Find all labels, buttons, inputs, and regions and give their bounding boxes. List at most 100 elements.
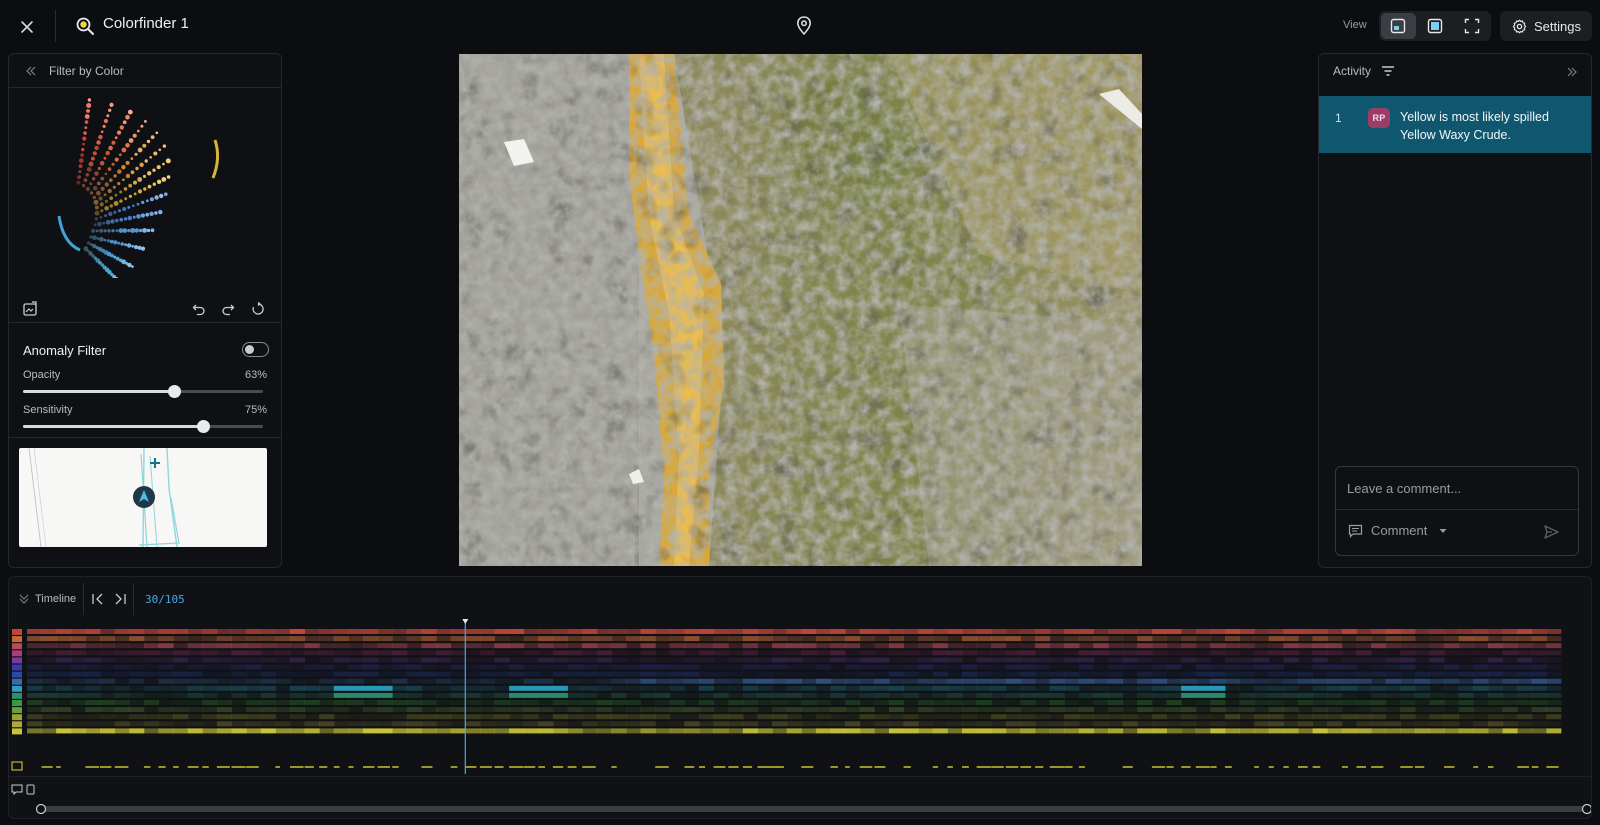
timeline-panel: Timeline 30/105	[8, 576, 1592, 819]
collapse-right-icon[interactable]	[1563, 63, 1581, 81]
slider-thumb[interactable]	[168, 385, 182, 398]
view-panels-button[interactable]	[1381, 13, 1416, 39]
heat-cell	[1005, 685, 1021, 691]
heat-cell	[1122, 664, 1138, 670]
heat-cell	[1385, 650, 1401, 656]
slider-thumb[interactable]	[197, 420, 210, 433]
heat-cell	[129, 700, 145, 705]
heat-cell	[363, 707, 378, 713]
heat-cell	[815, 636, 831, 642]
heat-cell	[1414, 728, 1430, 734]
color-point	[134, 228, 139, 233]
heat-cell	[1473, 678, 1489, 684]
color-point-cloud[interactable]	[45, 98, 245, 278]
view-fullscreen-button[interactable]	[1454, 13, 1489, 39]
heat-cell	[1371, 678, 1387, 684]
color-point	[147, 171, 152, 176]
heat-cell	[830, 728, 846, 734]
activity-item[interactable]: 1 RP Yellow is most likely spilled Yello…	[1319, 96, 1591, 153]
filter-icon[interactable]	[1381, 65, 1395, 77]
heat-cell	[450, 707, 466, 713]
color-point	[104, 199, 108, 203]
color-point	[103, 118, 108, 124]
export-button[interactable]	[19, 298, 41, 320]
heat-cell	[1298, 636, 1313, 642]
comment-type-dropdown[interactable]: Comment	[1348, 523, 1447, 538]
color-point	[93, 223, 97, 227]
reset-button[interactable]	[247, 298, 269, 320]
sensitivity-slider[interactable]	[23, 420, 263, 433]
heat-cell	[1312, 714, 1328, 720]
heat-cell	[1414, 664, 1430, 670]
anomaly-filter-toggle[interactable]	[242, 342, 269, 357]
heat-cell	[406, 650, 422, 656]
row-swatch	[12, 707, 22, 714]
heat-cell	[1546, 636, 1562, 642]
skip-to-end-icon[interactable]	[111, 590, 129, 608]
aerial-image	[459, 54, 1142, 566]
heat-cell	[187, 671, 203, 677]
heat-cell	[830, 643, 846, 649]
heat-cell	[70, 714, 86, 720]
heat-cell	[669, 636, 685, 642]
heat-cell	[640, 636, 656, 642]
color-timeline-heatmap[interactable]	[9, 619, 1592, 804]
heat-cell	[304, 714, 320, 720]
heat-cell	[918, 721, 934, 727]
color-point	[109, 178, 113, 182]
heat-cell	[1517, 664, 1533, 670]
send-icon[interactable]	[1542, 523, 1560, 541]
undo-button[interactable]	[188, 298, 210, 320]
timeline-scrollbar[interactable]	[35, 804, 1592, 814]
heat-cell	[1166, 629, 1182, 634]
anomaly-mark	[1312, 766, 1321, 768]
location-pin-icon[interactable]	[792, 14, 816, 38]
heat-cell	[1005, 707, 1021, 713]
heat-cell	[552, 721, 568, 727]
heat-cell	[932, 714, 948, 720]
heat-cell	[1122, 692, 1138, 698]
skip-to-start-icon[interactable]	[89, 590, 107, 608]
heat-cell	[1020, 643, 1036, 649]
heat-cell	[406, 685, 422, 691]
opacity-slider[interactable]	[23, 385, 263, 398]
comment-input[interactable]	[1336, 467, 1578, 510]
heat-cell	[626, 714, 641, 720]
heat-cell	[626, 657, 641, 663]
heat-cell	[684, 671, 700, 677]
close-button[interactable]	[14, 14, 40, 40]
heat-cell	[304, 707, 320, 713]
heat-cell	[582, 671, 598, 677]
heat-cell	[202, 714, 218, 720]
heat-cell	[275, 629, 291, 634]
heat-cell	[100, 671, 115, 677]
anomaly-mark	[1444, 766, 1455, 768]
anomaly-mark	[845, 766, 850, 768]
minimap[interactable]	[19, 448, 267, 547]
color-point	[122, 207, 127, 211]
heat-cell	[1225, 721, 1240, 727]
heat-cell	[918, 728, 934, 734]
heat-cell	[918, 650, 934, 656]
heat-cell	[1312, 700, 1328, 705]
aerial-image-viewer[interactable]	[459, 54, 1142, 566]
color-cloud-visualization[interactable]	[9, 88, 281, 308]
settings-button[interactable]: Settings	[1500, 11, 1592, 41]
collapse-down-icon[interactable]	[18, 592, 30, 606]
view-sidebar-button[interactable]	[1418, 13, 1453, 39]
heat-cell	[655, 657, 671, 663]
heat-cell	[100, 636, 115, 642]
heat-cell	[918, 707, 934, 713]
collapse-left-icon[interactable]	[25, 65, 37, 77]
heat-cell	[85, 700, 101, 705]
color-point	[137, 147, 143, 153]
top-bar: Colorfinder 1 View Settings	[0, 0, 1600, 52]
heat-cell	[246, 643, 262, 649]
heat-cell	[1239, 629, 1255, 634]
heat-cell	[187, 664, 203, 670]
heat-cell	[626, 685, 641, 691]
heat-cell	[1035, 714, 1051, 720]
redo-button[interactable]	[217, 298, 239, 320]
heat-cell	[991, 707, 1007, 713]
heat-cell	[1341, 650, 1357, 656]
